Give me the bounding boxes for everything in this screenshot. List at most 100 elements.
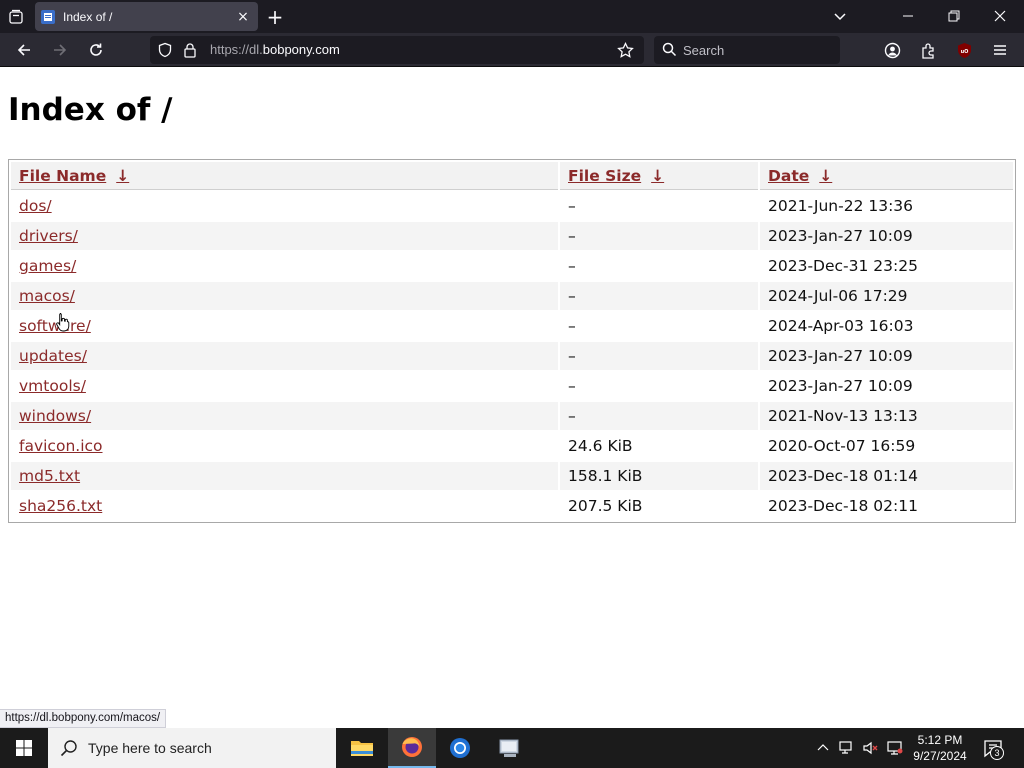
table-row: sha256.txt 207.5 KiB 2023-Dec-18 02:11 — [11, 492, 1013, 520]
file-table: File Name ↓ File Size ↓ Date ↓ dos/–2021-Ju… — [9, 160, 1015, 522]
file-size: 207.5 KiB — [568, 497, 643, 515]
extensions-icon[interactable] — [915, 37, 941, 63]
file-size: – — [568, 197, 576, 215]
file-link[interactable]: sha256.txt — [19, 497, 102, 515]
file-explorer-icon[interactable] — [338, 728, 386, 768]
menu-icon[interactable] — [987, 37, 1013, 63]
tab-close-icon[interactable]: × — [232, 6, 254, 28]
url-text[interactable]: https://dl.bobpony.com — [210, 42, 340, 57]
file-date: 2023-Jan-27 10:09 — [760, 342, 1013, 370]
reload-icon[interactable] — [83, 37, 109, 63]
file-link[interactable]: software/ — [19, 317, 91, 335]
table-row: favicon.ico 24.6 KiB 2020-Oct-07 16:59 — [11, 432, 1013, 460]
remote-desktop-icon[interactable] — [486, 728, 534, 768]
url-bar[interactable]: https://dl.bobpony.com — [150, 36, 644, 64]
column-header-file-size: File Size ↓ — [560, 162, 758, 190]
clock-date: 9/27/2024 — [913, 749, 967, 763]
column-label: File Size — [568, 166, 642, 185]
file-link[interactable]: drivers/ — [19, 227, 78, 245]
file-date: 2023-Dec-18 02:11 — [768, 497, 918, 515]
chrome-icon[interactable] — [436, 728, 484, 768]
browser-tab-bar: Index of / × + — [0, 0, 1024, 33]
column-label: File Name — [19, 166, 107, 185]
page-favicon-icon — [41, 9, 55, 24]
sort-arrow-icon: ↓ — [651, 166, 665, 185]
page-title: Index of / — [8, 92, 173, 128]
column-label: Date — [768, 166, 810, 185]
column-header-date: Date ↓ — [760, 162, 1013, 190]
file-link[interactable]: macos/ — [19, 287, 75, 305]
display-icon[interactable] — [885, 738, 905, 758]
sort-by-size-link[interactable]: File Size ↓ — [568, 167, 664, 185]
sort-by-name-link[interactable]: File Name ↓ — [19, 167, 129, 185]
table-row: games/ – 2023-Dec-31 23:25 — [11, 252, 1013, 280]
table-row: md5.txt 158.1 KiB 2023-Dec-18 01:14 — [11, 462, 1013, 490]
file-date: 2020-Oct-07 16:59 — [768, 437, 916, 455]
new-tab-button[interactable]: + — [264, 6, 286, 28]
file-size: 24.6 KiB — [568, 437, 633, 455]
file-link[interactable]: windows/ — [19, 407, 91, 425]
table-row: macos/ –2024-Jul-06 17:29 — [11, 282, 1013, 310]
file-date: 2023-Jan-27 10:09 — [768, 377, 913, 395]
file-link[interactable]: updates/ — [19, 347, 87, 365]
taskbar-clock[interactable]: 5:12 PM 9/27/2024 — [908, 732, 972, 764]
file-link[interactable]: md5.txt — [19, 467, 80, 485]
back-icon[interactable] — [11, 37, 37, 63]
sort-by-date-link[interactable]: Date ↓ — [768, 167, 832, 185]
taskbar-search-placeholder: Type here to search — [88, 740, 212, 756]
lock-icon[interactable] — [183, 42, 197, 62]
table-row: vmtools/ – 2023-Jan-27 10:09 — [11, 372, 1013, 400]
file-link[interactable]: favicon.ico — [19, 437, 103, 455]
tab-list-icon[interactable] — [5, 7, 27, 27]
forward-icon[interactable] — [47, 37, 73, 63]
tab-index-of[interactable]: Index of / × — [35, 2, 258, 31]
list-all-tabs-icon[interactable] — [826, 4, 854, 28]
file-size: – — [560, 342, 758, 370]
sort-arrow-icon: ↓ — [819, 166, 833, 185]
ublock-origin-icon[interactable]: uO — [951, 37, 977, 63]
file-date: 2024-Apr-03 16:03 — [768, 317, 914, 335]
file-date: 2021-Nov-13 13:13 — [760, 402, 1013, 430]
bookmark-star-icon[interactable] — [617, 41, 634, 63]
url-prefix: https://dl. — [210, 42, 263, 57]
firefox-icon[interactable] — [388, 728, 436, 768]
url-domain: bobpony.com — [262, 42, 340, 57]
table-row: drivers/ –2023-Jan-27 10:09 — [11, 222, 1013, 250]
search-icon — [662, 42, 677, 61]
close-window-icon[interactable] — [986, 4, 1014, 28]
account-icon[interactable] — [879, 37, 905, 63]
file-link[interactable]: vmtools/ — [19, 377, 86, 395]
sort-arrow-icon: ↓ — [116, 166, 130, 185]
windows-start-icon[interactable] — [0, 728, 48, 768]
link-status-bar: https://dl.bobpony.com/macos/ — [0, 709, 167, 728]
minimize-icon[interactable] — [894, 4, 922, 28]
search-bar[interactable]: Search — [654, 36, 840, 64]
windows-taskbar: Type here to search 5:12 PM 9/27/2024 3 — [0, 728, 1024, 768]
file-size: – — [568, 377, 576, 395]
file-date: 2024-Jul-06 17:29 — [760, 282, 1013, 310]
show-hidden-icons-chevron-icon[interactable] — [813, 738, 833, 758]
restore-icon[interactable] — [940, 4, 968, 28]
network-icon[interactable] — [837, 738, 857, 758]
svg-text:uO: uO — [960, 49, 968, 55]
tab-title: Index of / — [63, 9, 113, 24]
table-row: updates/ –2023-Jan-27 10:09 — [11, 342, 1013, 370]
file-date: 2023-Dec-31 23:25 — [768, 257, 918, 275]
clock-time: 5:12 PM — [917, 733, 963, 747]
taskbar-search-icon — [60, 739, 78, 761]
table-row: windows/ –2021-Nov-13 13:13 — [11, 402, 1013, 430]
file-date: 2023-Jan-27 10:09 — [760, 222, 1013, 250]
search-placeholder: Search — [683, 43, 725, 58]
volume-muted-icon[interactable] — [861, 738, 881, 758]
hand-cursor-icon — [56, 312, 70, 332]
file-listing: File Name ↓ File Size ↓ Date ↓ dos/–2021-Ju… — [8, 159, 1016, 523]
file-size: – — [560, 402, 758, 430]
column-header-file-name: File Name ↓ — [11, 162, 558, 190]
file-size: – — [560, 282, 758, 310]
file-link[interactable]: games/ — [19, 257, 76, 275]
file-size: 158.1 KiB — [560, 462, 758, 490]
file-link[interactable]: dos/ — [19, 197, 52, 215]
taskbar-search-box[interactable]: Type here to search — [48, 728, 336, 768]
tracking-protection-shield-icon[interactable] — [157, 42, 173, 62]
page-content: Index of / File Name ↓ File Size ↓ Date ↓ d… — [0, 68, 1024, 728]
